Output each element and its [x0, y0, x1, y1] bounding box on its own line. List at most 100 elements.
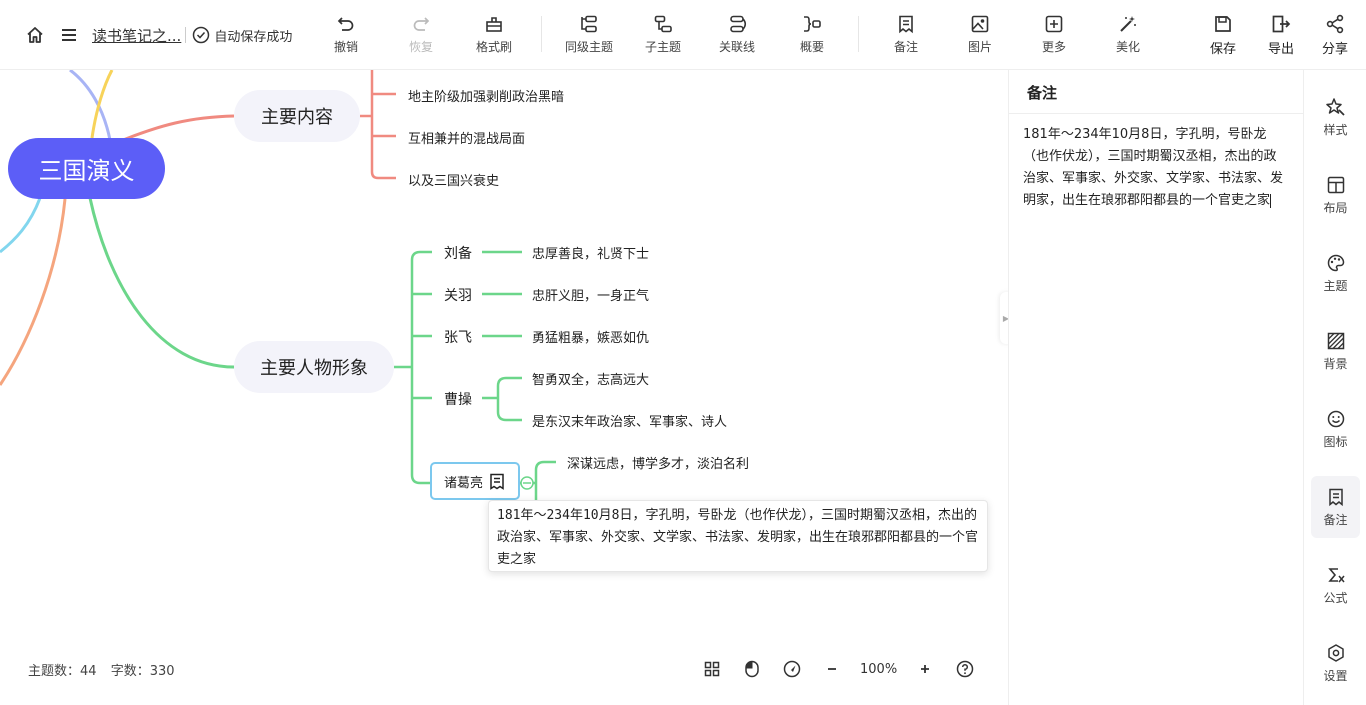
sidebar-item-formula[interactable]: 公式 [1311, 554, 1360, 616]
sidebar-item-icon[interactable]: 图标 [1311, 398, 1360, 460]
sidebar-item-background[interactable]: 背景 [1311, 320, 1360, 382]
note-icon [899, 15, 913, 34]
sidebar-label-layout: 布局 [1323, 200, 1348, 215]
character-caocao[interactable]: 曹操 [444, 389, 472, 409]
branch-line [370, 70, 396, 180]
summary-button[interactable]: 概要 [782, 12, 842, 58]
grid-icon [704, 661, 720, 677]
help-icon [956, 660, 974, 678]
redo-button[interactable]: 恢复 [391, 12, 451, 58]
sidebar-item-theme[interactable]: 主题 [1311, 242, 1360, 304]
locate-button[interactable] [780, 657, 804, 681]
trait-liubei[interactable]: 忠厚善良，礼贤下士 [532, 243, 649, 262]
sidebar-label-settings: 设置 [1323, 668, 1348, 683]
note-icon [1328, 488, 1343, 506]
background-icon [1327, 332, 1344, 349]
branch-line [482, 376, 522, 422]
branch-line [69, 70, 112, 141]
text-cursor [1270, 193, 1272, 208]
branch-line [372, 92, 396, 138]
trait-zhuge[interactable]: 深谋远虑，博学多才，淡泊名利 [567, 453, 749, 472]
word-count: 字数：330 [110, 664, 175, 679]
character-zhuge-selected[interactable]: 诸葛亮 [430, 462, 520, 500]
branch-line [0, 198, 67, 386]
sidebar-item-settings[interactable]: 设置 [1311, 632, 1360, 694]
trait-guanyu[interactable]: 忠肝义胆，一身正气 [532, 285, 649, 304]
notes-editor[interactable]: 181年～234年10月8日，字孔明，号卧龙（也作伏龙），三国时期蜀汉丞相，杰出… [1009, 114, 1303, 212]
topic-characters[interactable]: 主要人物形象 [234, 341, 394, 393]
sidebar-item-note[interactable]: 备注 [1311, 476, 1360, 538]
image-label: 图片 [967, 40, 992, 54]
notes-panel: 备注 181年～234年10月8日，字孔明，号卧龙（也作伏龙），三国时期蜀汉丞相… [1008, 70, 1303, 705]
home-icon[interactable] [24, 24, 46, 46]
sidebar-item-layout[interactable]: 布局 [1311, 164, 1360, 226]
right-sidebar: 样式 布局 主题 背景 图标 备注 公式 设置 [1303, 70, 1366, 705]
undo-icon [337, 17, 354, 31]
locate-icon [783, 660, 801, 678]
trait-caocao-1[interactable]: 智勇双全，志高远大 [532, 369, 649, 388]
child-topic-icon [654, 15, 672, 33]
check-circle-icon [193, 26, 210, 44]
subtopic-content-1[interactable]: 地主阶级加强剥削政治黑暗 [408, 86, 564, 105]
toolbar-divider [858, 16, 859, 52]
zoom-in-button[interactable] [913, 657, 937, 681]
trait-caocao-2[interactable]: 是东汉末年政治家、军事家、诗人 [532, 411, 727, 430]
zoom-out-button[interactable] [820, 657, 844, 681]
format-brush-button[interactable]: 格式刷 [464, 12, 524, 58]
relation-line-button[interactable]: 关联线 [707, 12, 767, 58]
branch-line [482, 250, 522, 338]
style-icon [1325, 97, 1345, 116]
character-guanyu[interactable]: 关羽 [444, 285, 472, 305]
undo-button[interactable]: 撤销 [316, 12, 376, 58]
sidebar-label-note: 备注 [1323, 512, 1348, 527]
export-button[interactable]: 导出 [1251, 12, 1311, 58]
mouse-icon [745, 660, 759, 678]
subtopic-content-2[interactable]: 互相兼并的混战局面 [408, 128, 525, 147]
mindmap-canvas[interactable]: 三国演义 主要内容 地主阶级加强剥削政治黑暗 互相兼并的混战局面 以及三国兴衰史… [0, 70, 1008, 705]
topic-main-content[interactable]: 主要内容 [234, 90, 360, 142]
layout-icon [1327, 176, 1344, 193]
subtopic-content-3[interactable]: 以及三国兴衰史 [408, 170, 499, 189]
child-topic-button[interactable]: 子主题 [633, 12, 693, 58]
mouse-mode-button[interactable] [740, 657, 764, 681]
save-status-text: 自动保存成功 [214, 29, 293, 45]
title-divider [185, 27, 187, 43]
sidebar-label-icon: 图标 [1323, 434, 1348, 449]
menu-icon[interactable] [58, 24, 80, 46]
doc-title[interactable]: 读书笔记之... [92, 25, 181, 46]
image-button[interactable]: 图片 [950, 12, 1010, 58]
beautify-button[interactable]: 美化 [1098, 12, 1158, 58]
branch-line [0, 197, 42, 254]
toolbar-left: 读书笔记之... 自动保存成功 [24, 22, 292, 48]
root-topic[interactable]: 三国演义 [8, 138, 165, 199]
more-label: 更多 [1041, 40, 1066, 54]
format-brush-icon [486, 17, 502, 32]
sibling-topic-button[interactable]: 同级主题 [559, 12, 619, 58]
more-button[interactable]: 更多 [1024, 12, 1084, 58]
overview-button[interactable] [700, 657, 724, 681]
summary-label: 概要 [799, 40, 824, 54]
trait-zhangfei[interactable]: 勇猛粗暴，嫉恶如仇 [532, 327, 649, 346]
sibling-topic-label: 同级主题 [564, 40, 613, 54]
top-toolbar: 读书笔记之... 自动保存成功 撤销 恢复 格式刷 同级主题 子主题 关联线 概… [0, 0, 1366, 70]
branch-line [412, 292, 432, 400]
note-button[interactable]: 备注 [876, 12, 936, 58]
child-topic-label: 子主题 [644, 40, 681, 54]
character-liubei[interactable]: 刘备 [444, 243, 472, 263]
branch-line [88, 197, 235, 369]
undo-label: 撤销 [333, 40, 358, 54]
note-badge-icon[interactable] [489, 473, 505, 490]
help-button[interactable] [953, 657, 977, 681]
relation-line-label: 关联线 [718, 40, 755, 54]
sidebar-item-style[interactable]: 样式 [1311, 86, 1360, 148]
sidebar-label-background: 背景 [1323, 356, 1348, 371]
toolbar-divider [541, 16, 542, 52]
share-icon [1326, 14, 1344, 34]
magic-wand-icon [1120, 16, 1136, 32]
character-zhangfei[interactable]: 张飞 [444, 327, 472, 347]
image-icon [971, 15, 989, 33]
share-button[interactable]: 分享 [1305, 12, 1365, 58]
notes-panel-title: 备注 [1009, 70, 1303, 114]
save-label: 保存 [1209, 42, 1236, 57]
save-button[interactable]: 保存 [1193, 12, 1253, 58]
